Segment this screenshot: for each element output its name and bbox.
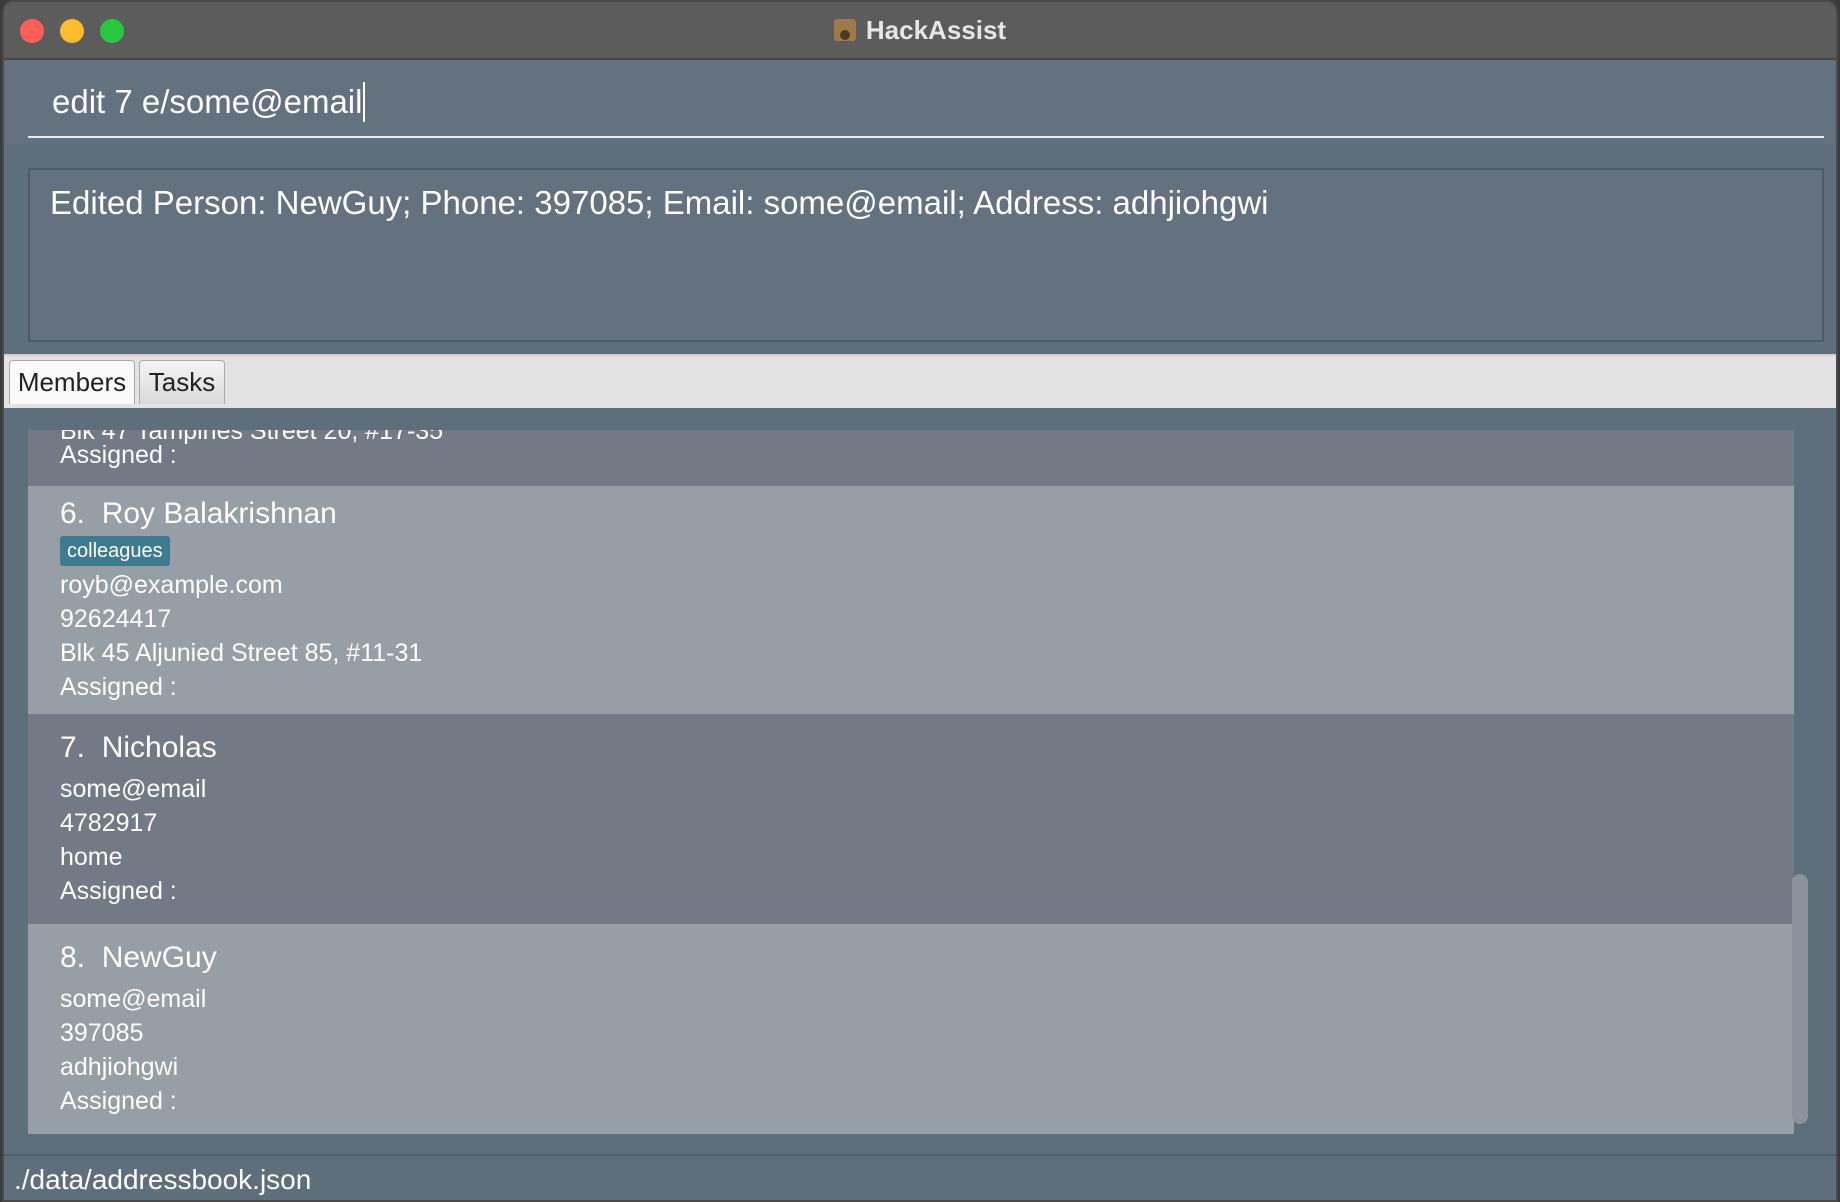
member-address: home xyxy=(60,843,123,871)
member-card[interactable]: 8. NewGuy some@email 397085 adhjiohgwi A… xyxy=(28,924,1794,1134)
text-caret xyxy=(363,82,366,122)
result-display: Edited Person: NewGuy; Phone: 397085; Em… xyxy=(28,168,1824,342)
member-index: 8. xyxy=(60,941,86,974)
member-name: Nicholas xyxy=(101,731,217,764)
command-text: edit 7 e/some@email xyxy=(52,83,363,120)
status-bar: ./data/addressbook.json xyxy=(4,1154,1836,1200)
member-phone: 397085 xyxy=(60,1019,144,1047)
result-text: Edited Person: NewGuy; Phone: 397085; Em… xyxy=(50,184,1269,221)
data-file-path: ./data/addressbook.json xyxy=(14,1164,312,1195)
member-list[interactable]: Blk 47 Tampines Street 20, #17-35 Assign… xyxy=(28,430,1794,1136)
command-input[interactable]: edit 7 e/some@email xyxy=(28,68,1824,138)
tab-bar: Members Tasks xyxy=(4,354,1836,410)
window-title: HackAssist xyxy=(865,14,1007,45)
app-window: HackAssist edit 7 e/some@email Edited Pe… xyxy=(2,0,1838,1202)
member-card[interactable]: 6. Roy Balakrishnan colleagues royb@exam… xyxy=(28,486,1794,714)
member-index: 7. xyxy=(60,731,86,764)
tab-members[interactable]: Members xyxy=(9,360,135,404)
title-bar: HackAssist xyxy=(4,2,1836,60)
member-phone: 92624417 xyxy=(60,605,172,633)
member-name-line: 8. NewGuy xyxy=(60,940,217,976)
address-book-icon xyxy=(833,19,856,41)
member-name: Roy Balakrishnan xyxy=(101,497,337,530)
member-address: adhjiohgwi xyxy=(60,1053,179,1081)
member-name-line: 7. Nicholas xyxy=(60,730,217,766)
member-address: Blk 45 Aljunied Street 85, #11-31 xyxy=(60,639,423,667)
member-tag: colleagues xyxy=(60,536,170,566)
member-email: some@email xyxy=(60,775,207,803)
member-assigned: Assigned : xyxy=(60,1087,177,1115)
tab-tasks[interactable]: Tasks xyxy=(139,360,225,404)
member-email: royb@example.com xyxy=(60,571,283,599)
member-card[interactable]: Blk 47 Tampines Street 20, #17-35 Assign… xyxy=(28,430,1794,486)
member-card[interactable]: 7. Nicholas some@email 4782917 home Assi… xyxy=(28,714,1794,924)
member-phone: 4782917 xyxy=(60,809,158,837)
member-assigned: Assigned : xyxy=(60,673,177,701)
member-name-line: 6. Roy Balakrishnan xyxy=(60,496,337,532)
member-index: 6. xyxy=(60,497,86,530)
list-scrollbar-thumb[interactable] xyxy=(1792,874,1808,1124)
member-assigned: Assigned : xyxy=(60,441,177,469)
member-email: some@email xyxy=(60,985,207,1013)
command-box-area: edit 7 e/some@email xyxy=(4,60,1836,144)
member-list-panel: Blk 47 Tampines Street 20, #17-35 Assign… xyxy=(4,408,1836,1152)
member-assigned: Assigned : xyxy=(60,877,177,905)
member-name: NewGuy xyxy=(101,941,217,974)
